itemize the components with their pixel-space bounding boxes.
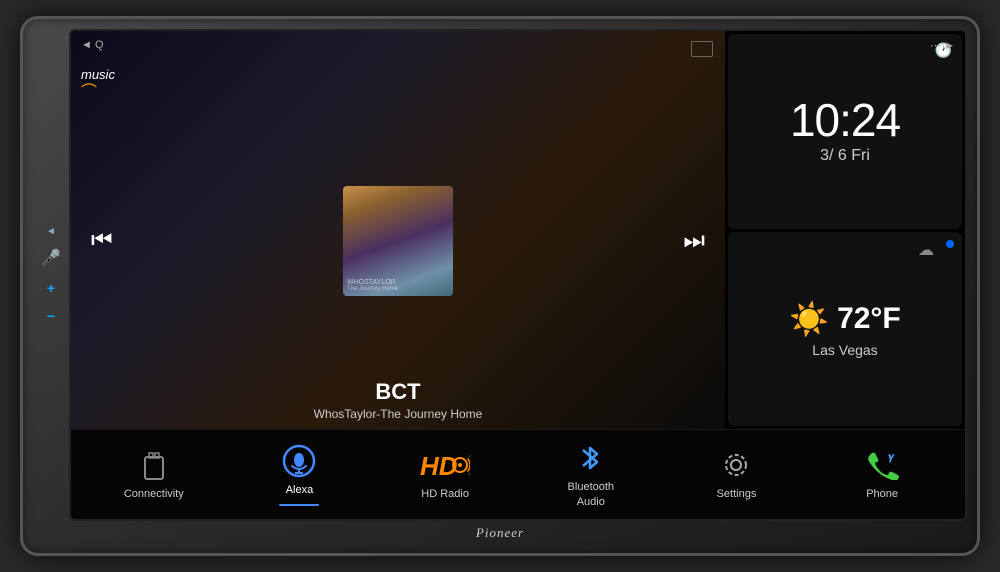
clock-date: 3/ 6 Fri <box>820 147 870 165</box>
brand-logo: Pioneer <box>476 521 524 545</box>
volume-up-button[interactable]: + <box>47 281 55 295</box>
main-content: music ⌒ ⏮ WHOSTAYLOR The Journey Home <box>71 31 965 429</box>
settings-label: Settings <box>717 487 757 501</box>
left-controls: ◄ 🎤 + − <box>33 29 69 521</box>
weather-location: Las Vegas <box>812 342 877 358</box>
cloud-icon: ☁ <box>918 240 934 260</box>
phone-label: Phone <box>866 487 898 501</box>
nav-item-hdradio[interactable]: HD HD Radio <box>410 447 480 501</box>
back-label: ◄ Q <box>81 39 104 51</box>
prev-track-button[interactable]: ⏮ <box>91 227 113 255</box>
album-art-text: WHOSTAYLOR The Journey Home <box>347 279 449 292</box>
weather-indicator-dot <box>946 240 954 248</box>
track-info: BCT WhosTaylor-The Journey Home <box>71 371 725 429</box>
sun-icon: ☀️ <box>789 300 829 338</box>
next-track-button[interactable]: ⏭ <box>683 227 705 255</box>
track-title: BCT <box>81 379 715 405</box>
brand-name: Pioneer <box>476 525 524 540</box>
svg-text:𝜸: 𝜸 <box>888 452 895 463</box>
phone-icon-container: 𝜸 <box>865 447 899 483</box>
nav-item-alexa[interactable]: Alexa <box>264 443 334 505</box>
amazon-arrow-icon: ⌒ <box>81 78 97 102</box>
right-panel: 🕐 10:24 3/ 6 Fri ☁ ☀️ 72°F Las Vegas <box>725 31 965 429</box>
device-inner: ◄ 🎤 + − ◄ Q ⋯ ► mus <box>33 29 967 521</box>
bluetooth-audio-label: BluetoothAudio <box>568 480 614 509</box>
nav-item-connectivity[interactable]: Connectivity <box>119 447 189 501</box>
nav-item-settings[interactable]: Settings <box>701 447 771 501</box>
main-screen: ◄ Q ⋯ ► music ⌒ <box>69 29 967 521</box>
back-button[interactable]: ◄ <box>46 227 56 237</box>
album-art: WHOSTAYLOR The Journey Home <box>343 186 453 296</box>
settings-icon <box>721 447 751 483</box>
car-stereo-device: ◄ 🎤 + − ◄ Q ⋯ ► mus <box>20 16 980 556</box>
top-bar: ◄ Q ⋯ ► <box>71 31 965 59</box>
mic-button[interactable]: 🎤 <box>41 251 61 267</box>
connectivity-label: Connectivity <box>124 487 184 501</box>
weather-main: ☀️ 72°F <box>789 300 901 338</box>
volume-down-button[interactable]: − <box>47 309 55 323</box>
connectivity-icon <box>141 447 167 483</box>
clock-time: 10:24 <box>790 97 900 143</box>
music-panel: music ⌒ ⏮ WHOSTAYLOR The Journey Home <box>71 31 725 429</box>
clock-widget: 🕐 10:24 3/ 6 Fri <box>728 34 962 229</box>
hdradio-icon: HD <box>420 447 470 483</box>
album-section: ⏮ WHOSTAYLOR The Journey Home ⏭ <box>71 110 725 371</box>
weather-widget: ☁ ☀️ 72°F Las Vegas <box>728 232 962 427</box>
weather-temperature: 72°F <box>837 302 901 336</box>
nav-item-phone[interactable]: 𝜸 Phone <box>847 447 917 501</box>
nav-item-bluetooth-audio[interactable]: BluetoothAudio <box>556 440 626 509</box>
nav-bar: Connectivity Alexa HD HD Radio <box>71 429 965 519</box>
menu-label: ⋯ ► <box>930 39 955 52</box>
alexa-icon <box>282 443 316 479</box>
hdradio-label: HD Radio <box>421 487 469 501</box>
amazon-music-logo: music ⌒ <box>81 67 115 102</box>
bluetooth-icon <box>577 440 605 476</box>
alexa-label: Alexa <box>286 483 314 497</box>
track-subtitle: WhosTaylor-The Journey Home <box>81 407 715 421</box>
